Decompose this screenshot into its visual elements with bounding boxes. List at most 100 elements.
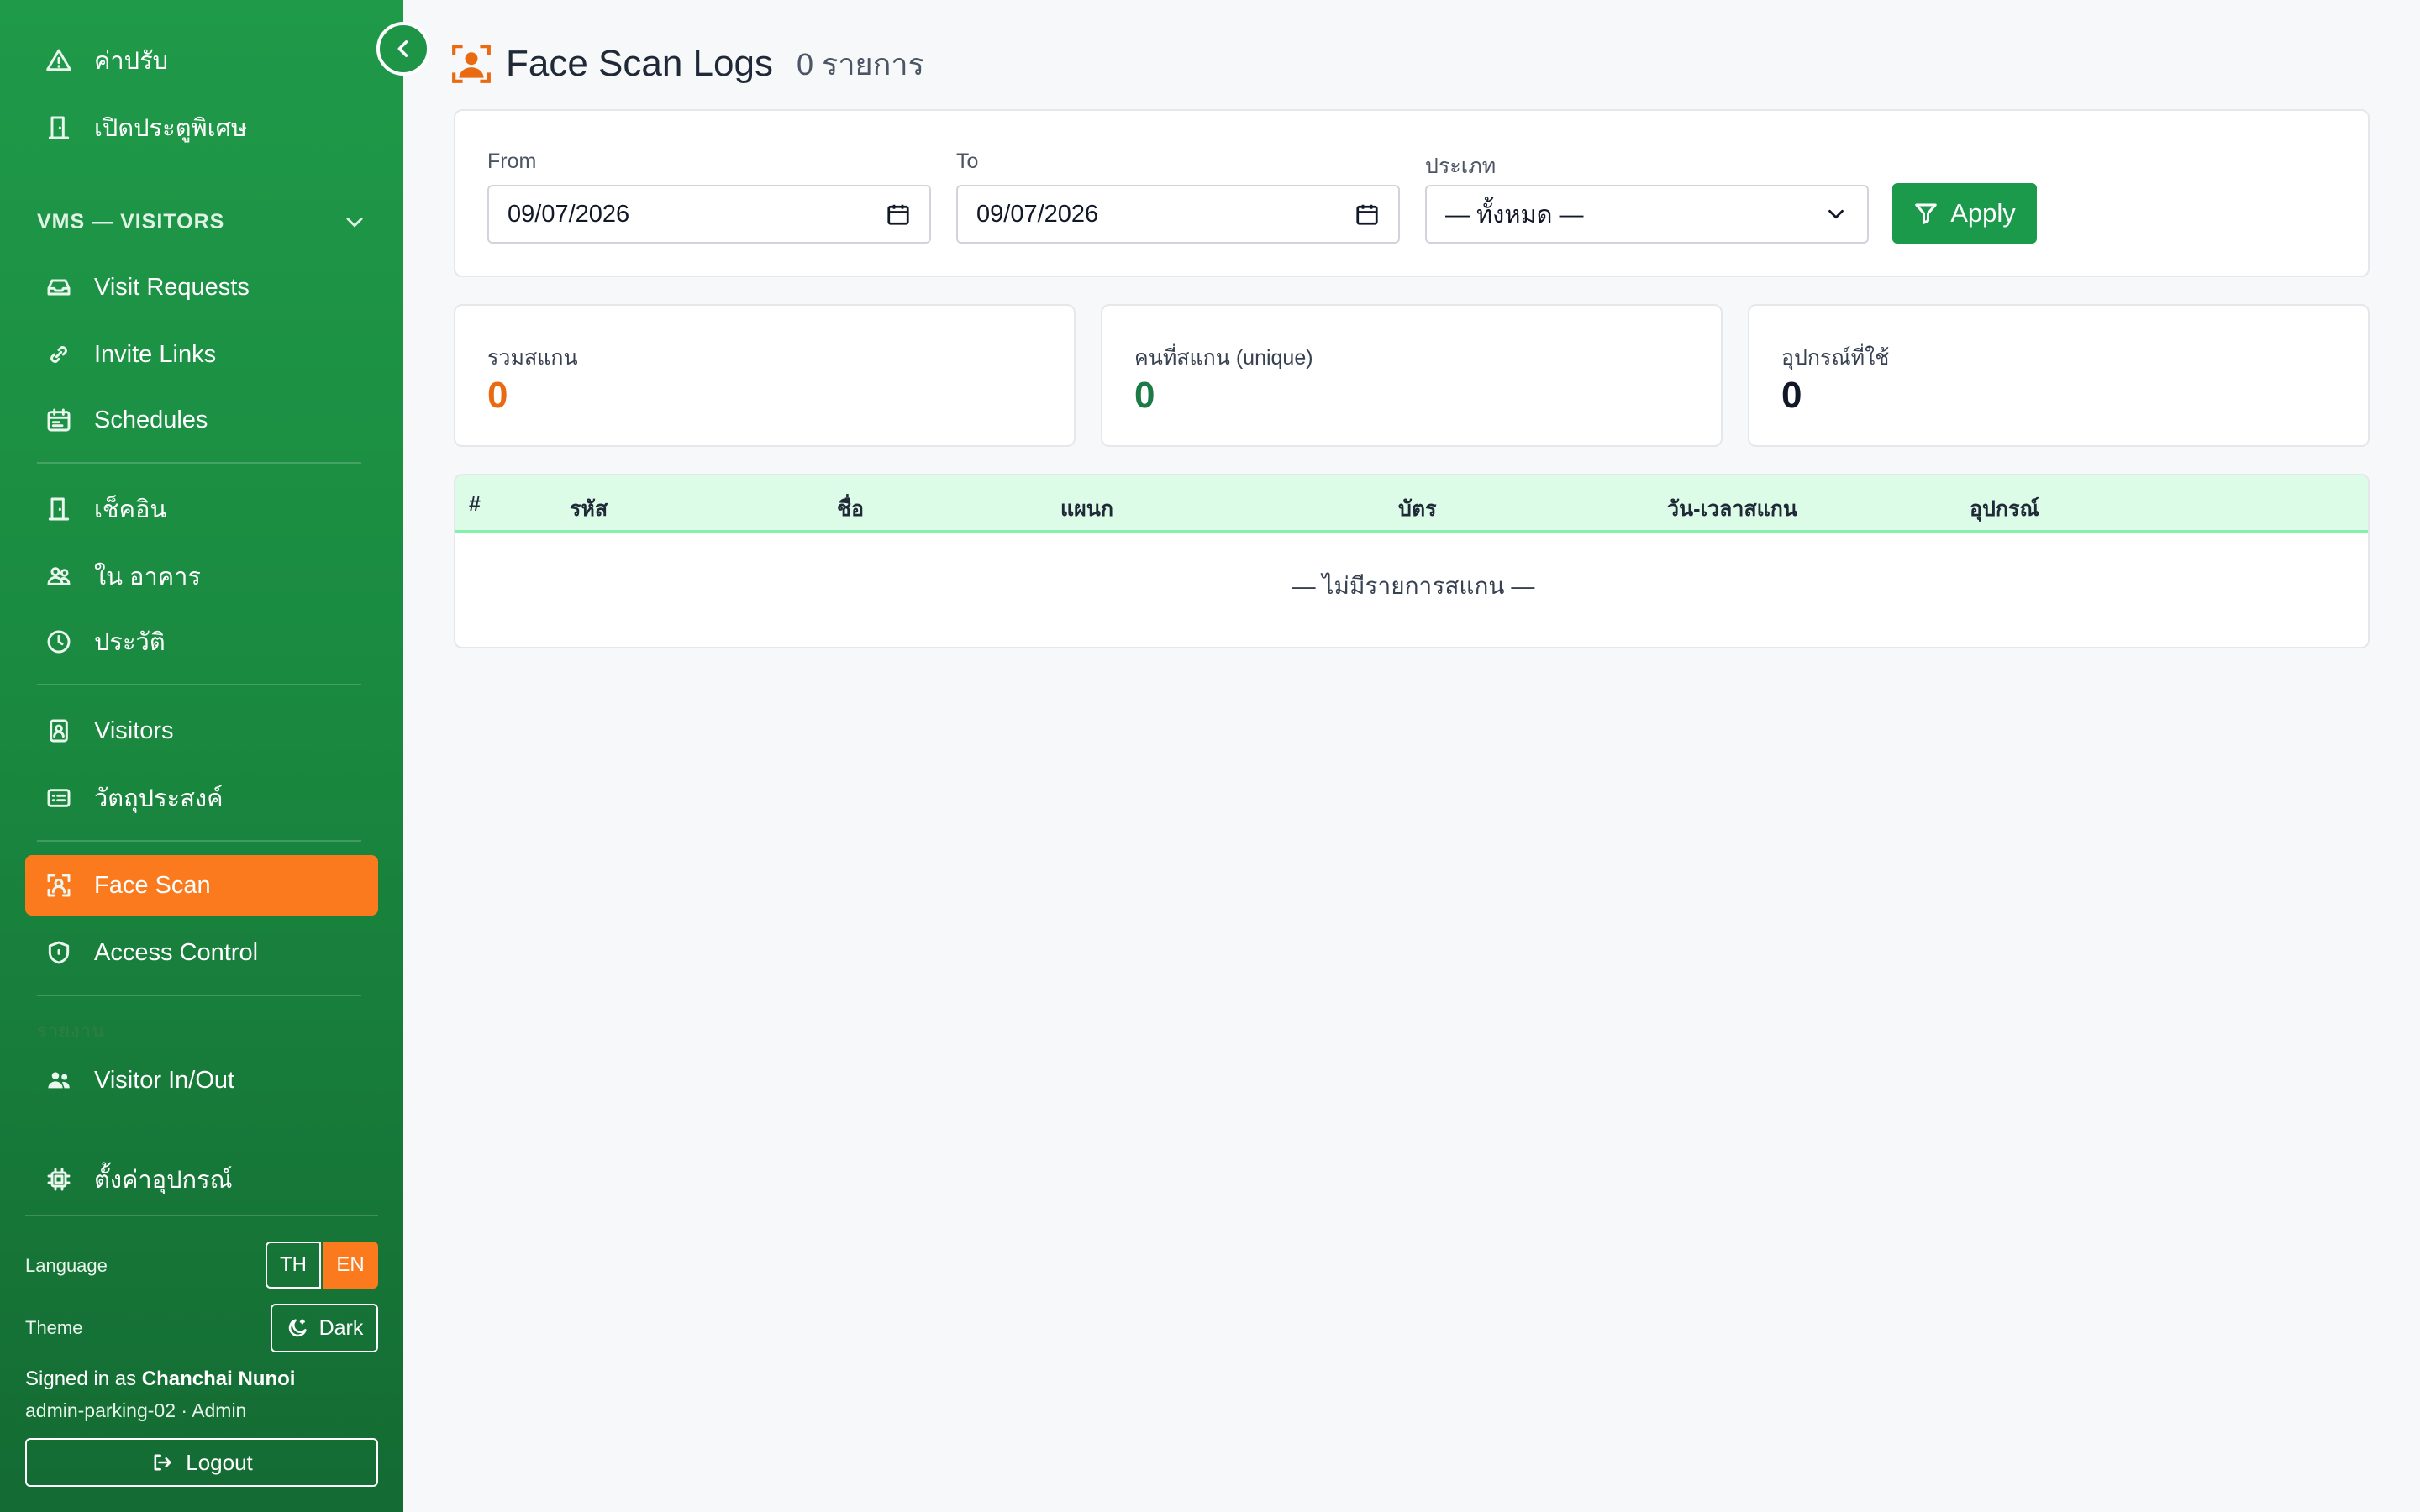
filter-icon: [1915, 203, 1937, 224]
clock-icon: [44, 627, 74, 657]
chevron-left-icon: [397, 40, 408, 57]
logout-icon: [154, 1454, 171, 1471]
chevron-down-icon: [1828, 209, 1844, 219]
sidebar-item-label: เช็คอิน: [94, 496, 167, 523]
sidebar-collapse-button[interactable]: [376, 22, 430, 76]
card-list-icon: [44, 783, 74, 813]
sidebar-divider: [37, 462, 361, 464]
sidebar-item-label: Access Control: [94, 938, 259, 966]
people-icon: [44, 561, 74, 591]
logout-button[interactable]: Logout: [25, 1438, 378, 1487]
to-date-input[interactable]: 09/07/2026: [956, 185, 1400, 244]
sidebar-item-label: Visit Requests: [94, 273, 250, 301]
to-date-value: 09/07/2026: [976, 200, 1099, 228]
language-label: Language: [25, 1255, 108, 1276]
face-scan-icon: [44, 870, 74, 900]
chevron-down-icon[interactable]: [343, 210, 366, 234]
stat-card-total-scans: รวมสแกน 0: [454, 304, 1076, 447]
face-scan-icon: [452, 45, 491, 83]
shield-icon: [44, 937, 74, 968]
from-label: From: [487, 150, 537, 173]
theme-button-label: Dark: [318, 1315, 364, 1340]
sidebar-item-invite-links[interactable]: Invite Links: [25, 324, 378, 385]
col-header-department[interactable]: แผนก: [1060, 492, 1113, 526]
section-title-report: รายงาน: [37, 1021, 106, 1042]
stat-value: 0: [487, 375, 508, 416]
warning-icon: [44, 45, 74, 76]
user-name: Chanchai Nunoi: [141, 1368, 296, 1390]
sidebar-item-special-door[interactable]: เปิดประตูพิเศษ: [25, 97, 378, 158]
table-header: # รหัส ชื่อ แผนก บัตร วัน-เวลาสแกน อุปกร…: [455, 475, 2368, 533]
sidebar: ค่าปรับ เปิดประตูพิเศษ VMS — VISITORS Vi…: [0, 0, 403, 1512]
cpu-icon: [44, 1164, 74, 1194]
link-icon: [44, 339, 74, 370]
type-select[interactable]: — ทั้งหมด —: [1425, 185, 1869, 244]
col-header-code[interactable]: รหัส: [570, 492, 608, 526]
sidebar-item-label: Invite Links: [94, 340, 217, 368]
from-date-input[interactable]: 09/07/2026: [487, 185, 931, 244]
sidebar-item-face-scan[interactable]: Face Scan: [25, 855, 378, 916]
col-header-index[interactable]: #: [469, 492, 481, 517]
apply-button-label: Apply: [1950, 198, 2016, 228]
page-header: Face Scan Logs 0 รายการ: [450, 39, 924, 89]
sidebar-item-schedules[interactable]: Schedules: [25, 390, 378, 450]
stat-label: อุปกรณ์ที่ใช้: [1781, 346, 1890, 370]
page-title: Face Scan Logs: [506, 43, 773, 84]
sidebar-item-label: Face Scan: [94, 871, 211, 899]
section-title-vms: VMS — VISITORS: [37, 210, 225, 234]
sidebar-item-label: ค่าปรับ: [94, 48, 169, 75]
sidebar-item-label: ใน อาคาร: [94, 564, 202, 591]
stat-label: คนที่สแกน (unique): [1134, 346, 1313, 370]
signed-in-prefix: Signed in as: [25, 1368, 137, 1390]
sidebar-item-fines[interactable]: ค่าปรับ: [25, 30, 378, 91]
lang-en-button[interactable]: EN: [323, 1242, 378, 1289]
apply-button[interactable]: Apply: [1892, 183, 2037, 244]
logout-label: Logout: [186, 1449, 253, 1475]
sidebar-divider: [37, 840, 361, 842]
calendar-icon[interactable]: [1355, 202, 1380, 227]
col-header-scan-time[interactable]: วัน-เวลาสแกน: [1667, 492, 1797, 526]
sidebar-item-access-control[interactable]: Access Control: [25, 922, 378, 983]
stat-label: รวมสแกน: [487, 346, 578, 370]
sidebar-item-purpose[interactable]: วัตถุประสงค์: [25, 768, 378, 828]
to-label: To: [956, 150, 979, 173]
stat-card-unique-people: คนที่สแกน (unique) 0: [1101, 304, 1723, 447]
type-label: ประเภท: [1425, 155, 1497, 178]
calendar-icon: [44, 405, 74, 435]
stat-card-devices-used: อุปกรณ์ที่ใช้ 0: [1748, 304, 2370, 447]
sidebar-item-visitors[interactable]: Visitors: [25, 701, 378, 761]
calendar-icon[interactable]: [886, 202, 911, 227]
record-count: 0 รายการ: [796, 46, 924, 81]
signed-in-text: Signed in as Chanchai Nunoi: [25, 1368, 295, 1391]
sidebar-item-checkin[interactable]: เช็คอิน: [25, 479, 378, 539]
sidebar-item-label: Visitors: [94, 717, 174, 744]
col-header-name[interactable]: ชื่อ: [837, 492, 864, 526]
theme-label: Theme: [25, 1317, 83, 1338]
lang-th-button[interactable]: TH: [266, 1242, 321, 1289]
theme-toggle-button[interactable]: Dark: [271, 1304, 378, 1352]
sidebar-item-visit-requests[interactable]: Visit Requests: [25, 257, 378, 318]
sidebar-item-label: ตั้งค่าอุปกรณ์: [94, 1167, 233, 1194]
sidebar-item-device-settings[interactable]: ตั้งค่าอุปกรณ์: [25, 1149, 378, 1210]
user-role: admin-parking-02 · Admin: [25, 1399, 247, 1421]
sidebar-divider: [37, 684, 361, 685]
type-select-value: — ทั้งหมด —: [1445, 202, 1584, 228]
sidebar-item-history[interactable]: ประวัติ: [25, 612, 378, 672]
badge-icon: [44, 716, 74, 746]
col-header-device[interactable]: อุปกรณ์: [1970, 492, 2039, 526]
sidebar-item-label: เปิดประตูพิเศษ: [94, 115, 248, 142]
sidebar-divider: [25, 1215, 378, 1216]
inbox-icon: [44, 272, 74, 302]
sidebar-item-label: วัตถุประสงค์: [94, 785, 224, 812]
people-fill-icon: [44, 1065, 74, 1095]
scan-log-table: # รหัส ชื่อ แผนก บัตร วัน-เวลาสแกน อุปกร…: [454, 474, 2370, 648]
moon-icon: [288, 1319, 307, 1337]
sidebar-divider: [37, 995, 361, 996]
sidebar-item-in-building[interactable]: ใน อาคาร: [25, 546, 378, 606]
sidebar-item-label: Visitor In/Out: [94, 1066, 235, 1094]
sidebar-item-label: Schedules: [94, 406, 208, 433]
door-icon: [44, 113, 74, 143]
sidebar-item-visitor-in-out[interactable]: Visitor In/Out: [25, 1050, 378, 1110]
stat-value: 0: [1781, 375, 1802, 416]
col-header-card[interactable]: บัตร: [1398, 492, 1437, 526]
